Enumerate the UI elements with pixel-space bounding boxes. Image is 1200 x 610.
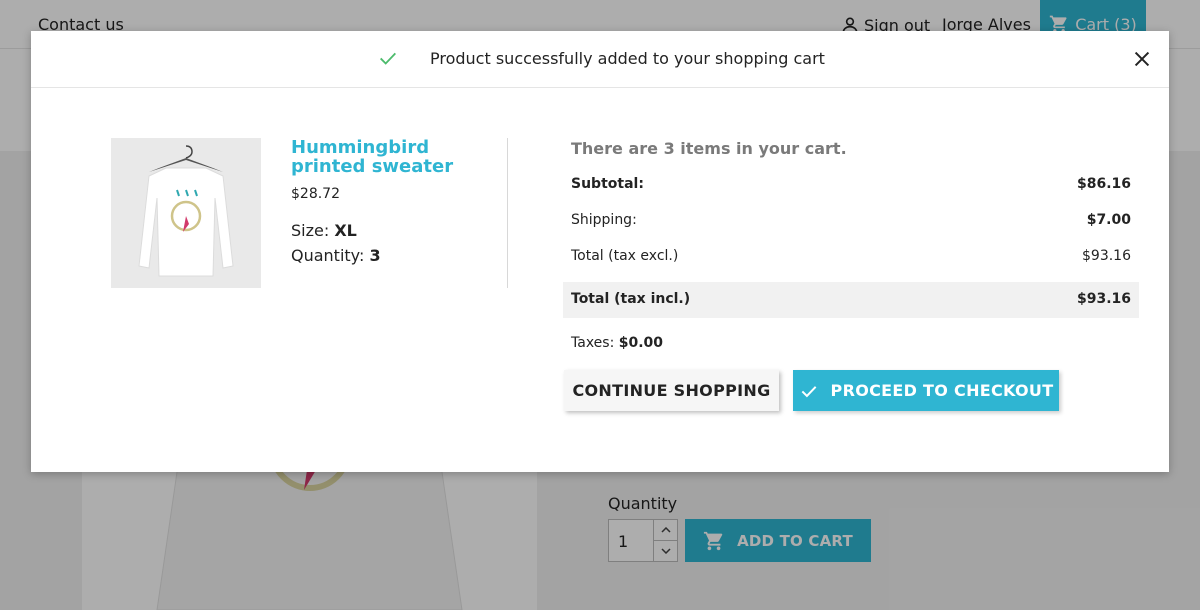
subtotal-value: $86.16 [1076,176,1131,192]
check-icon [380,52,396,65]
shipping-row: Shipping: $7.00 [571,212,1131,228]
total-incl-row: Total (tax incl.) $93.16 [571,291,1131,307]
taxes-label: Taxes: [571,335,615,351]
total-excl-value: $93.16 [1082,248,1131,264]
shipping-label: Shipping: [571,212,637,228]
subtotal-label: Subtotal: [571,176,644,192]
total-incl-value: $93.16 [1076,291,1131,307]
proceed-to-checkout-label: PROCEED TO CHECKOUT [830,381,1054,400]
total-incl-label: Total (tax incl.) [571,291,691,307]
continue-shopping-label: CONTINUE SHOPPING [572,381,771,400]
total-excl-label: Total (tax excl.) [571,248,679,264]
taxes-value: $0.00 [618,335,664,351]
modal-header: Product successfully added to your shopp… [31,31,1169,88]
cart-items-count: There are 3 items in your cart. [571,139,847,158]
size-value: XL [334,221,357,240]
shipping-value: $7.00 [1086,212,1131,228]
modal-title: Product successfully added to your shopp… [430,49,825,68]
divider [507,138,508,288]
quantity-value: 3 [369,246,381,265]
close-icon[interactable] [1131,48,1153,70]
product-price: $28.72 [291,186,340,202]
added-to-cart-modal: Product successfully added to your shopp… [31,31,1169,472]
subtotal-row: Subtotal: $86.16 [571,176,1131,192]
check-icon [801,385,816,397]
sweater-thumbnail-image [111,138,261,288]
total-excl-row: Total (tax excl.) $93.16 [571,248,1131,264]
size-label: Size: [291,221,330,240]
product-thumbnail [111,138,261,288]
continue-shopping-button[interactable]: CONTINUE SHOPPING [564,370,779,411]
product-size: Size: XL [291,221,357,240]
taxes-line: Taxes: $0.00 [571,335,663,351]
product-quantity: Quantity: 3 [291,246,381,265]
product-name[interactable]: Hummingbird printed sweater [291,138,501,176]
proceed-to-checkout-button[interactable]: PROCEED TO CHECKOUT [793,370,1059,411]
quantity-label: Quantity: [291,246,365,265]
